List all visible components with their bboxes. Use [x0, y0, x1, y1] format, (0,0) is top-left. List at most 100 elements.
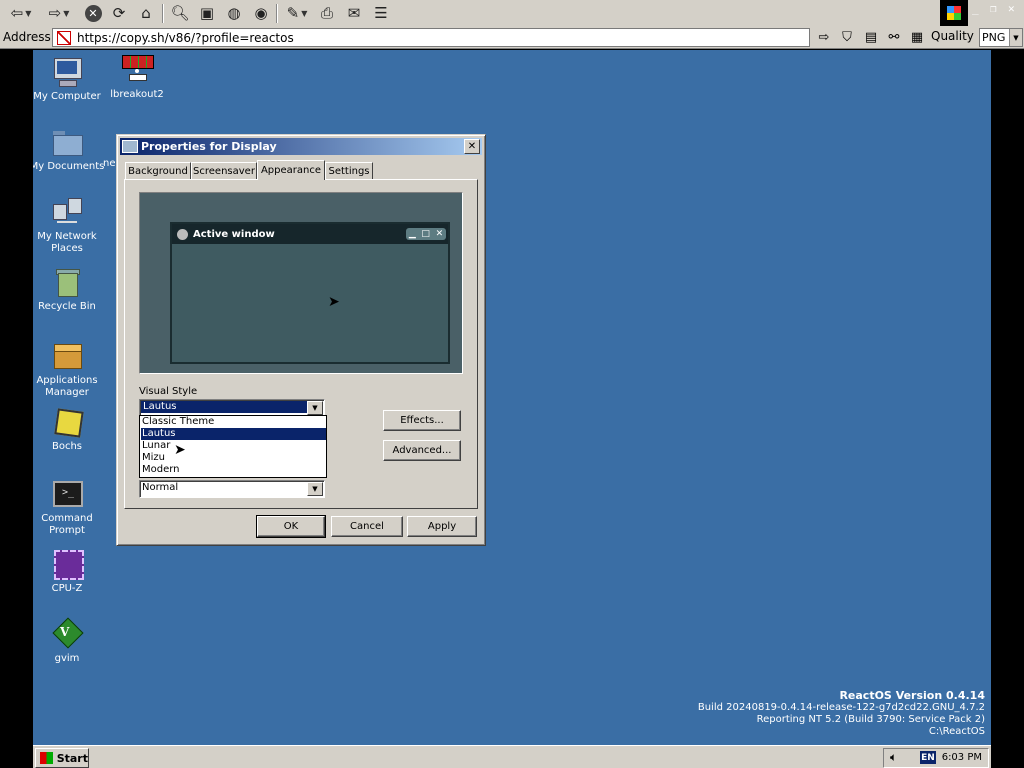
- tab-appearance[interactable]: Appearance: [257, 160, 325, 180]
- stop-icon: ✕: [84, 4, 102, 22]
- page-info-button[interactable]: ▤: [862, 29, 880, 45]
- desktop-icon-applications-manager[interactable]: Applications Manager: [33, 340, 105, 399]
- computer-icon: [51, 56, 83, 88]
- desktop-icon-label: gvim: [54, 653, 80, 664]
- system-tray: 🔈︎ EN 6:03 PM: [883, 748, 989, 768]
- url-text: https://copy.sh/v86/?profile=reactos: [77, 30, 294, 45]
- window-icon: [177, 228, 188, 240]
- effects-button[interactable]: Effects...: [383, 410, 461, 431]
- desktop-icon-bochs[interactable]: Bochs: [33, 406, 105, 453]
- visual-style-dropdown-list: Classic Theme Lautus Lunar Mizu Modern ➤: [139, 415, 327, 478]
- vim-icon: V: [51, 617, 84, 650]
- version-title: ReactOS Version 0.4.14: [839, 689, 985, 702]
- option-classic-theme[interactable]: Classic Theme: [141, 416, 326, 428]
- search-button[interactable]: 🔍︎: [168, 3, 192, 23]
- restore-window-icon[interactable]: ❐: [990, 2, 997, 15]
- preview-window-title: Active window: [193, 228, 275, 240]
- desktop-icon-lbreakout2[interactable]: lbreakout2: [99, 54, 175, 101]
- page-button[interactable]: ☰: [370, 3, 392, 23]
- browser-toolbar: ⇦ ▼ ⇨ ▼ ✕ ⟳ ⌂ 🔍︎ ▣ ◍ ◉ ✎ ▼ ⎙ ✉ ☰ _ ❐ ✕: [0, 0, 1024, 28]
- desktop-icon-command-prompt[interactable]: >_ Command Prompt: [33, 478, 105, 537]
- reload-button[interactable]: ⟳: [108, 3, 130, 23]
- print-button[interactable]: ⎙: [316, 3, 338, 23]
- size-value: Normal: [142, 482, 179, 493]
- mouse-cursor-icon: ➤: [328, 294, 340, 310]
- version-reporting: Reporting NT 5.2 (Build 3790: Service Pa…: [756, 714, 985, 725]
- close-window-icon[interactable]: ✕: [1008, 2, 1015, 15]
- chevron-down-icon[interactable]: ▼: [307, 482, 323, 496]
- reload-icon: ⟳: [112, 4, 126, 22]
- desktop-icon-label: My Network Places: [37, 231, 97, 254]
- format-select[interactable]: PNG ▼: [979, 28, 1023, 47]
- cancel-button[interactable]: Cancel: [331, 516, 403, 537]
- mail-icon: ✉: [347, 4, 361, 22]
- page-info-icon: ▤: [864, 29, 878, 45]
- windows-logo-icon: [947, 6, 961, 20]
- ok-button[interactable]: OK: [256, 515, 326, 538]
- reactos-logo-icon: [40, 752, 53, 764]
- throbber: [940, 0, 968, 26]
- chip-icon: [51, 548, 84, 580]
- desktop-icon-recycle-bin[interactable]: Recycle Bin: [33, 266, 105, 313]
- bookmarks-button[interactable]: ▣: [196, 3, 218, 23]
- desktop-icon-my-computer[interactable]: My Computer: [33, 56, 105, 103]
- toolbar-separator: [276, 4, 278, 23]
- chevron-down-icon: ▼: [1009, 29, 1022, 46]
- desktop-icon-label: Applications Manager: [36, 375, 98, 398]
- home-button[interactable]: ⌂: [134, 3, 158, 23]
- bookmark-folder-icon: ▣: [199, 4, 215, 22]
- option-mizu[interactable]: Mizu: [141, 452, 326, 464]
- version-path: C:\ReactOS: [928, 726, 985, 737]
- close-button[interactable]: ✕: [464, 139, 480, 154]
- tab-screensaver[interactable]: Screensaver: [191, 162, 257, 180]
- maximize-icon: □: [421, 229, 430, 239]
- find-button[interactable]: ⚯: [884, 29, 904, 45]
- chevron-down-icon[interactable]: ▼: [307, 401, 323, 415]
- desktop-icon-cpu-z[interactable]: CPU-Z: [33, 548, 105, 595]
- back-button[interactable]: ⇦ ▼: [4, 3, 38, 23]
- language-indicator[interactable]: EN: [920, 751, 936, 764]
- visual-style-label: Visual Style: [139, 386, 198, 397]
- size-combobox[interactable]: Normal ▼: [139, 480, 325, 498]
- option-lunar[interactable]: Lunar: [141, 440, 326, 452]
- option-lautus[interactable]: Lautus: [141, 428, 326, 440]
- clock[interactable]: 6:03 PM: [942, 752, 982, 763]
- style-preview: Active window ▁ □ ✕ ➤: [139, 192, 463, 374]
- edit-button[interactable]: ✎ ▼: [282, 3, 312, 23]
- desktop-icon-label: My Documents: [33, 161, 105, 172]
- mail-button[interactable]: ✉: [342, 3, 366, 23]
- tab-background[interactable]: Background: [125, 162, 191, 180]
- box-icon: [51, 340, 83, 372]
- preview-window-titlebar: Active window ▁ □ ✕: [172, 224, 448, 244]
- bookmark-icon: ⛉: [842, 29, 852, 45]
- dialog-titlebar[interactable]: Properties for Display ✕: [120, 138, 482, 155]
- partial-desktop-label: ne: [103, 158, 116, 169]
- go-button[interactable]: ⇨: [814, 29, 834, 45]
- compass-icon: ◉: [254, 4, 268, 22]
- home-icon: ⌂: [141, 4, 151, 22]
- source-button[interactable]: ▦: [908, 29, 926, 45]
- url-input[interactable]: https://copy.sh/v86/?profile=reactos: [52, 28, 810, 47]
- bookmark-button[interactable]: ⛉: [838, 29, 856, 45]
- speaker-icon[interactable]: 🔈︎: [890, 750, 897, 765]
- desktop-icon-my-documents[interactable]: My Documents: [33, 126, 105, 173]
- desktop-icon-label: lbreakout2: [110, 89, 164, 100]
- minimize-window-icon[interactable]: _: [972, 2, 979, 15]
- game-icon: [121, 54, 154, 86]
- tab-settings[interactable]: Settings: [325, 162, 373, 180]
- forward-button[interactable]: ⇨ ▼: [42, 3, 76, 23]
- search-icon: 🔍︎: [170, 4, 190, 22]
- history-button[interactable]: ◍: [222, 3, 246, 23]
- option-modern[interactable]: Modern: [141, 464, 326, 476]
- document-icon: ▦: [910, 29, 924, 45]
- stop-button[interactable]: ✕: [82, 3, 104, 23]
- desktop-icon-label: CPU-Z: [51, 583, 83, 594]
- navigator-button[interactable]: ◉: [250, 3, 272, 23]
- start-button[interactable]: Start: [35, 748, 89, 768]
- advanced-button[interactable]: Advanced...: [383, 440, 461, 461]
- apply-button[interactable]: Apply: [407, 516, 477, 537]
- desktop-icon-gvim[interactable]: V gvim: [33, 617, 105, 665]
- desktop-icon-network-places[interactable]: My Network Places: [33, 196, 105, 255]
- version-info: ReactOS Version 0.4.14 Build 20240819-0.…: [698, 690, 985, 738]
- go-arrow-icon: ⇨: [818, 29, 830, 45]
